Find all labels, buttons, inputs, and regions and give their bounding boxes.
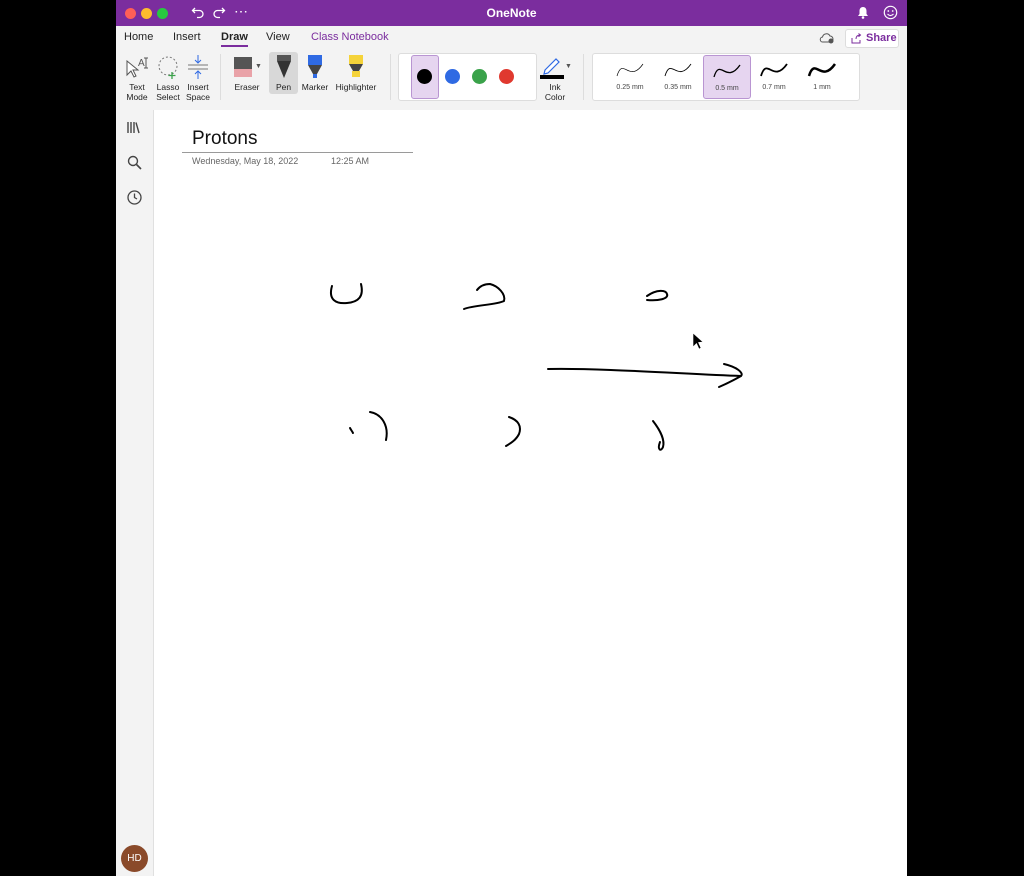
stroke-preview-icon <box>616 63 644 77</box>
marker-button[interactable]: Marker <box>300 52 330 92</box>
pen-icon <box>276 55 291 78</box>
stroke-preview-icon <box>760 63 788 77</box>
insert-space-button[interactable]: Insert Space <box>183 52 213 102</box>
ink-color-label-2: Color <box>544 92 566 102</box>
ink-stroke <box>330 283 363 305</box>
pen-tool-button[interactable]: Pen <box>269 52 298 94</box>
width-option-0-35mm[interactable]: 0.35 mm <box>655 54 701 100</box>
search-icon[interactable] <box>126 154 143 171</box>
ink-stroke <box>349 427 354 434</box>
color-palette <box>398 53 537 101</box>
marker-icon <box>308 55 322 78</box>
width-option-1mm[interactable]: 1 mm <box>799 54 845 100</box>
tab-view[interactable]: View <box>266 31 290 43</box>
eraser-button[interactable]: ▼ Eraser <box>229 52 265 92</box>
ribbon-divider <box>220 54 221 100</box>
ink-drawing-layer <box>330 283 743 451</box>
notebooks-library-icon[interactable] <box>126 119 143 136</box>
color-swatch-green[interactable] <box>472 69 487 84</box>
width-label: 0.35 mm <box>664 84 692 91</box>
ink-color-label-1: Ink <box>549 82 561 92</box>
insert-space-label-2: Space <box>185 92 211 102</box>
width-label: 1 mm <box>813 84 831 91</box>
recent-notes-clock-icon[interactable] <box>126 189 143 206</box>
ink-stroke <box>463 283 506 310</box>
eraser-icon <box>234 57 253 77</box>
width-option-0-7mm[interactable]: 0.7 mm <box>751 54 797 100</box>
width-label: 0.25 mm <box>616 84 644 91</box>
navigation-sidebar: HD <box>116 110 154 876</box>
lasso-label-2: Select <box>156 92 180 102</box>
tab-insert[interactable]: Insert <box>173 31 201 43</box>
feedback-smiley-icon[interactable] <box>883 5 898 20</box>
user-avatar[interactable]: HD <box>121 845 148 872</box>
width-option-0-25mm[interactable]: 0.25 mm <box>607 54 653 100</box>
lasso-icon <box>158 56 178 79</box>
title-bar: ⋯ OneNote <box>116 0 907 26</box>
color-swatch-blue[interactable] <box>445 69 460 84</box>
color-swatch-black[interactable] <box>417 69 432 84</box>
pen-label: Pen <box>275 82 292 92</box>
highlighter-label: Highlighter <box>335 82 377 92</box>
note-page-canvas[interactable]: Protons Wednesday, May 18, 2022 12:25 AM <box>154 110 907 876</box>
text-mode-label-2: Mode <box>126 92 148 102</box>
ink-stroke <box>547 363 743 388</box>
ink-color-button[interactable]: ▼ Ink Color <box>536 52 574 102</box>
window-title: OneNote <box>486 6 537 20</box>
ribbon-tab-bar: Home Insert Draw View Class Notebook Sha… <box>116 26 907 48</box>
onenote-window: ⋯ OneNote Home Insert Draw View Class No… <box>116 0 907 876</box>
insert-space-label-1: Insert <box>187 82 209 92</box>
sync-status-icon[interactable] <box>819 32 835 44</box>
ink-color-icon <box>540 58 565 79</box>
ink-stroke <box>652 420 665 451</box>
ink-color-dropdown-icon[interactable]: ▼ <box>565 62 572 72</box>
draw-ribbon: A Text Mode Lasso Select Insert Space ▼ … <box>116 48 907 111</box>
share-icon <box>851 33 862 44</box>
share-label: Share <box>866 32 897 44</box>
highlighter-icon <box>349 55 363 77</box>
tab-class-notebook[interactable]: Class Notebook <box>311 31 389 43</box>
ribbon-divider <box>390 54 391 100</box>
svg-text:A: A <box>138 58 145 69</box>
tab-home[interactable]: Home <box>124 31 153 43</box>
width-label: 0.5 mm <box>715 85 739 92</box>
eraser-dropdown-icon[interactable]: ▼ <box>255 62 262 72</box>
marker-label: Marker <box>301 82 329 92</box>
text-mode-button[interactable]: A Text Mode <box>122 52 152 102</box>
stroke-preview-icon <box>664 63 692 77</box>
stroke-preview-icon <box>713 64 741 78</box>
ink-stroke <box>505 416 521 447</box>
ribbon-divider <box>583 54 584 100</box>
width-label: 0.7 mm <box>762 84 786 91</box>
lasso-select-button[interactable]: Lasso Select <box>153 52 183 102</box>
share-button[interactable]: Share <box>845 29 899 48</box>
insert-space-icon <box>188 55 208 79</box>
stroke-preview-icon <box>807 63 837 77</box>
color-swatch-red[interactable] <box>499 69 514 84</box>
ink-stroke <box>369 411 388 441</box>
eraser-label: Eraser <box>234 82 260 92</box>
tab-draw[interactable]: Draw <box>221 31 248 47</box>
mouse-cursor-icon <box>692 332 704 350</box>
stroke-width-palette: 0.25 mm 0.35 mm 0.5 mm 0.7 mm 1 mm <box>592 53 860 101</box>
lasso-label-1: Lasso <box>156 82 180 92</box>
text-mode-icon: A <box>126 57 148 78</box>
highlighter-button[interactable]: Highlighter <box>332 52 380 92</box>
notifications-bell-icon[interactable] <box>857 6 869 19</box>
text-mode-label-1: Text <box>129 82 145 92</box>
ink-stroke <box>646 289 669 302</box>
width-option-0-5mm[interactable]: 0.5 mm <box>703 55 751 99</box>
